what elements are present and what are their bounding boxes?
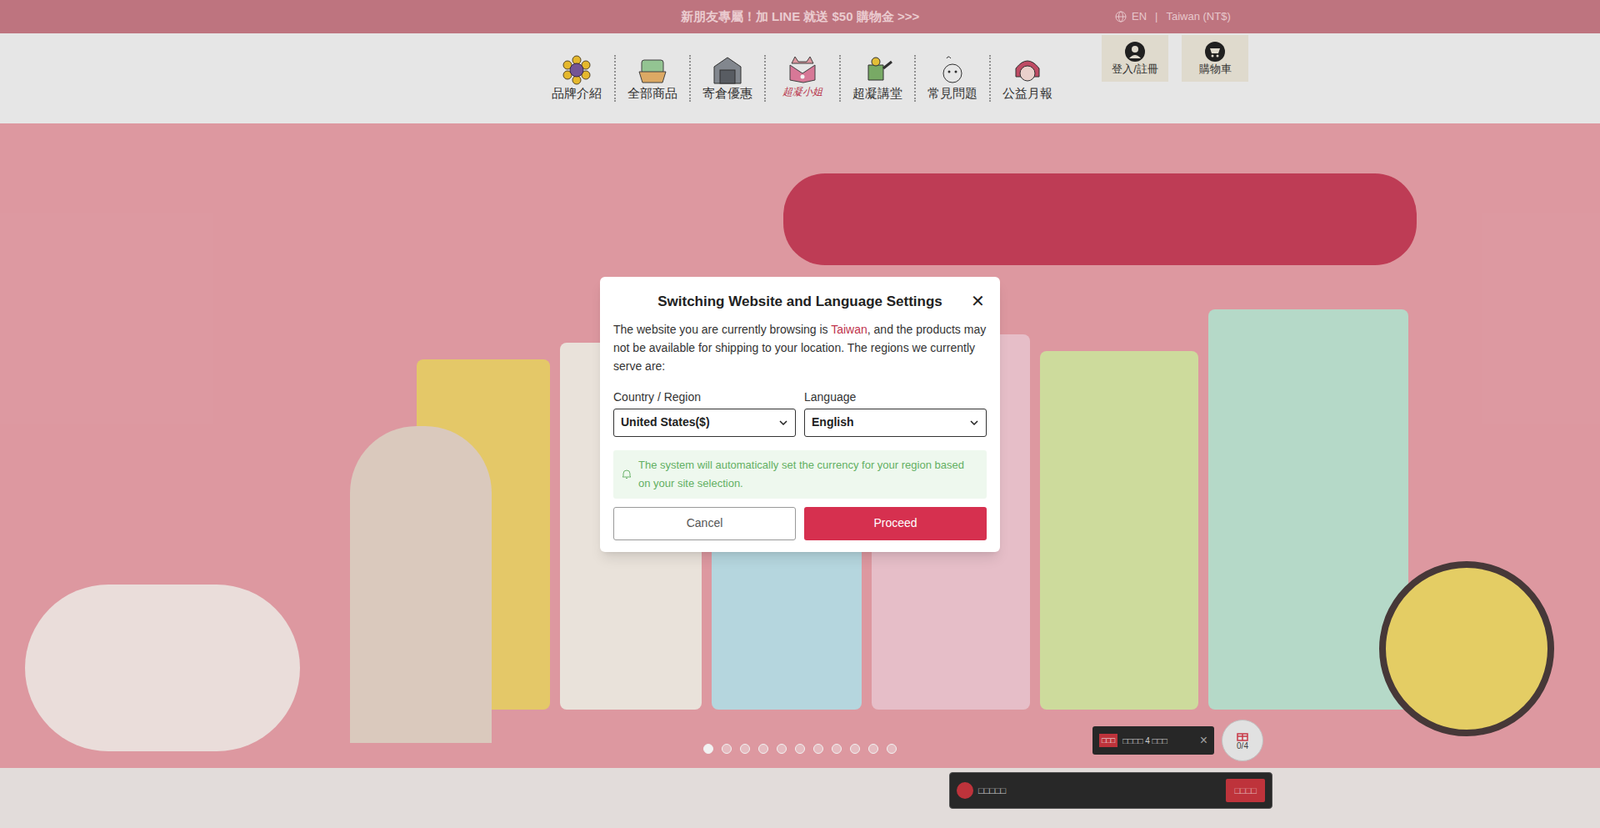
chevron-down-icon <box>778 417 789 428</box>
language-select[interactable]: English <box>804 408 987 437</box>
country-select[interactable]: United States($) <box>613 408 796 437</box>
currency-notice: The system will automatically set the cu… <box>613 450 987 499</box>
modal-backdrop: Switching Website and Language Settings✕… <box>0 0 1600 828</box>
cancel-button[interactable]: Cancel <box>613 506 796 540</box>
modal-close-button[interactable]: ✕ <box>970 291 985 310</box>
proceed-button[interactable]: Proceed <box>804 506 987 540</box>
region-modal: Switching Website and Language Settings✕… <box>600 276 1000 552</box>
bell-icon <box>621 468 632 480</box>
chevron-down-icon <box>969 417 980 428</box>
